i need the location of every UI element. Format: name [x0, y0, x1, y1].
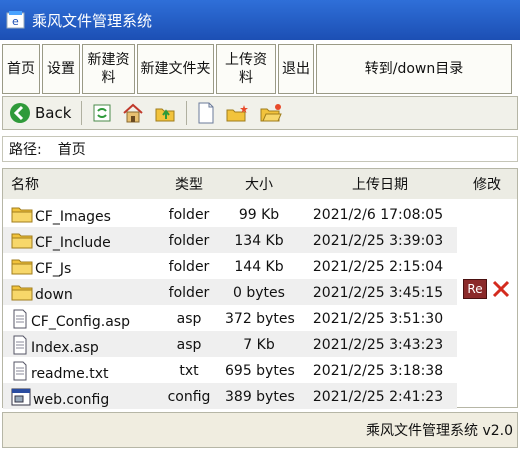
file-name[interactable]: Index.asp: [31, 338, 99, 358]
up-folder-icon: [154, 103, 176, 123]
folder-icon: [11, 205, 33, 229]
file-size: 144 Kb: [234, 259, 284, 275]
menu-new-folder-button[interactable]: 新建文件夹: [137, 44, 214, 94]
file-type: folder: [168, 259, 210, 275]
toolbar-separator: [81, 101, 83, 125]
open-folder-button[interactable]: [259, 103, 283, 123]
table-row[interactable]: readme.txt txt 695 bytes 2021/2/25 3:18:…: [3, 357, 457, 383]
file-name[interactable]: CF_Include: [35, 233, 111, 253]
file-type: config: [167, 389, 211, 405]
toolbar-separator: [186, 101, 188, 125]
file-size: 389 bytes: [225, 389, 295, 405]
menu-new-resource-button[interactable]: 新建资 料: [82, 44, 135, 94]
app-window-icon: e: [6, 10, 26, 30]
table-row[interactable]: CF_Js folder 144 Kb 2021/2/25 2:15:04: [3, 253, 457, 279]
folder-icon: [11, 257, 33, 281]
file-date: 2021/2/6 17:08:05: [312, 207, 444, 223]
file-date: 2021/2/25 3:43:23: [312, 337, 444, 353]
rename-button[interactable]: Re: [463, 279, 487, 299]
file-type: folder: [168, 233, 210, 249]
path-value[interactable]: 首页: [58, 139, 86, 159]
file-table: 名称 类型 大小 上传日期 修改 CF_Images folder 99 Kb …: [2, 168, 518, 409]
new-folder-icon: [225, 103, 249, 123]
file-name[interactable]: CF_Images: [35, 207, 111, 227]
table-row[interactable]: Index.asp asp 7 Kb 2021/2/25 3:43:23: [3, 331, 457, 357]
folder-icon: [11, 283, 33, 307]
file-name[interactable]: down: [35, 285, 73, 305]
file-date: 2021/2/25 3:45:15: [312, 285, 444, 301]
new-folder-button[interactable]: [225, 103, 249, 123]
file-name[interactable]: web.config: [33, 390, 109, 410]
file-name[interactable]: CF_Config.asp: [31, 312, 130, 332]
table-row[interactable]: web.config config 389 bytes 2021/2/25 2:…: [3, 383, 457, 409]
home-button[interactable]: [122, 103, 144, 123]
refresh-icon: [92, 103, 112, 123]
home-icon: [122, 103, 144, 123]
file-name[interactable]: readme.txt: [31, 364, 109, 384]
header-name[interactable]: 名称: [11, 174, 39, 194]
file-size: 134 Kb: [234, 233, 284, 249]
table-header: 名称 类型 大小 上传日期 修改: [3, 169, 517, 199]
open-folder-icon: [259, 103, 283, 123]
file-type: asp: [176, 337, 202, 353]
status-bar: 乘风文件管理系统 v2.0: [2, 412, 518, 448]
file-type: asp: [176, 311, 202, 327]
refresh-button[interactable]: [92, 103, 112, 123]
config-file-icon: [11, 387, 31, 413]
path-bar: 路径: 首页: [2, 136, 518, 162]
table-row[interactable]: CF_Config.asp asp 372 bytes 2021/2/25 3:…: [3, 305, 457, 331]
title-bar: e 乘风文件管理系统: [0, 0, 520, 40]
window-title: 乘风文件管理系统: [32, 11, 153, 30]
back-button[interactable]: Back: [9, 102, 71, 124]
row-actions: Re: [463, 279, 511, 299]
header-date[interactable]: 上传日期: [305, 174, 455, 194]
header-size[interactable]: 大小: [225, 174, 293, 194]
file-date: 2021/2/25 2:15:04: [312, 259, 444, 275]
navigation-toolbar: Back: [2, 96, 518, 130]
file-size: 0 bytes: [233, 285, 285, 301]
svg-text:e: e: [12, 15, 19, 28]
header-type[interactable]: 类型: [161, 174, 217, 194]
up-folder-button[interactable]: [154, 103, 176, 123]
file-size: 695 bytes: [225, 363, 295, 379]
delete-x-icon[interactable]: [491, 279, 511, 299]
file-size: 7 Kb: [243, 337, 275, 353]
status-text: 乘风文件管理系统 v2.0: [366, 423, 513, 439]
file-type: folder: [168, 285, 210, 301]
menu-goto-down-button[interactable]: 转到/down目录: [316, 44, 512, 94]
file-size: 372 bytes: [225, 311, 295, 327]
menu-home-button[interactable]: 首页: [2, 44, 40, 94]
file-size: 99 Kb: [238, 207, 280, 223]
menu-upload-button[interactable]: 上传资 料: [216, 44, 276, 94]
file-date: 2021/2/25 3:39:03: [312, 233, 444, 249]
table-row[interactable]: CF_Include folder 134 Kb 2021/2/25 3:39:…: [3, 227, 457, 253]
table-row[interactable]: down folder 0 bytes 2021/2/25 3:45:15: [3, 279, 457, 305]
menu-settings-button[interactable]: 设置: [42, 44, 80, 94]
table-row[interactable]: CF_Images folder 99 Kb 2021/2/6 17:08:05: [3, 201, 457, 227]
new-file-icon: [197, 102, 215, 124]
new-file-button[interactable]: [197, 102, 215, 124]
back-icon: [9, 102, 31, 124]
path-label: 路径:: [9, 142, 42, 158]
header-edit: 修改: [473, 177, 501, 193]
main-menu: 首页 设置 新建资 料 新建文件夹 上传资 料 退出 转到/down目录: [2, 44, 518, 94]
file-type: txt: [179, 363, 199, 379]
file-date: 2021/2/25 3:18:38: [312, 363, 444, 379]
file-date: 2021/2/25 2:41:23: [312, 389, 444, 405]
file-date: 2021/2/25 3:51:30: [312, 311, 444, 327]
file-type: folder: [168, 207, 210, 223]
menu-exit-button[interactable]: 退出: [278, 44, 314, 94]
file-name[interactable]: CF_Js: [35, 259, 71, 279]
folder-icon: [11, 231, 33, 255]
